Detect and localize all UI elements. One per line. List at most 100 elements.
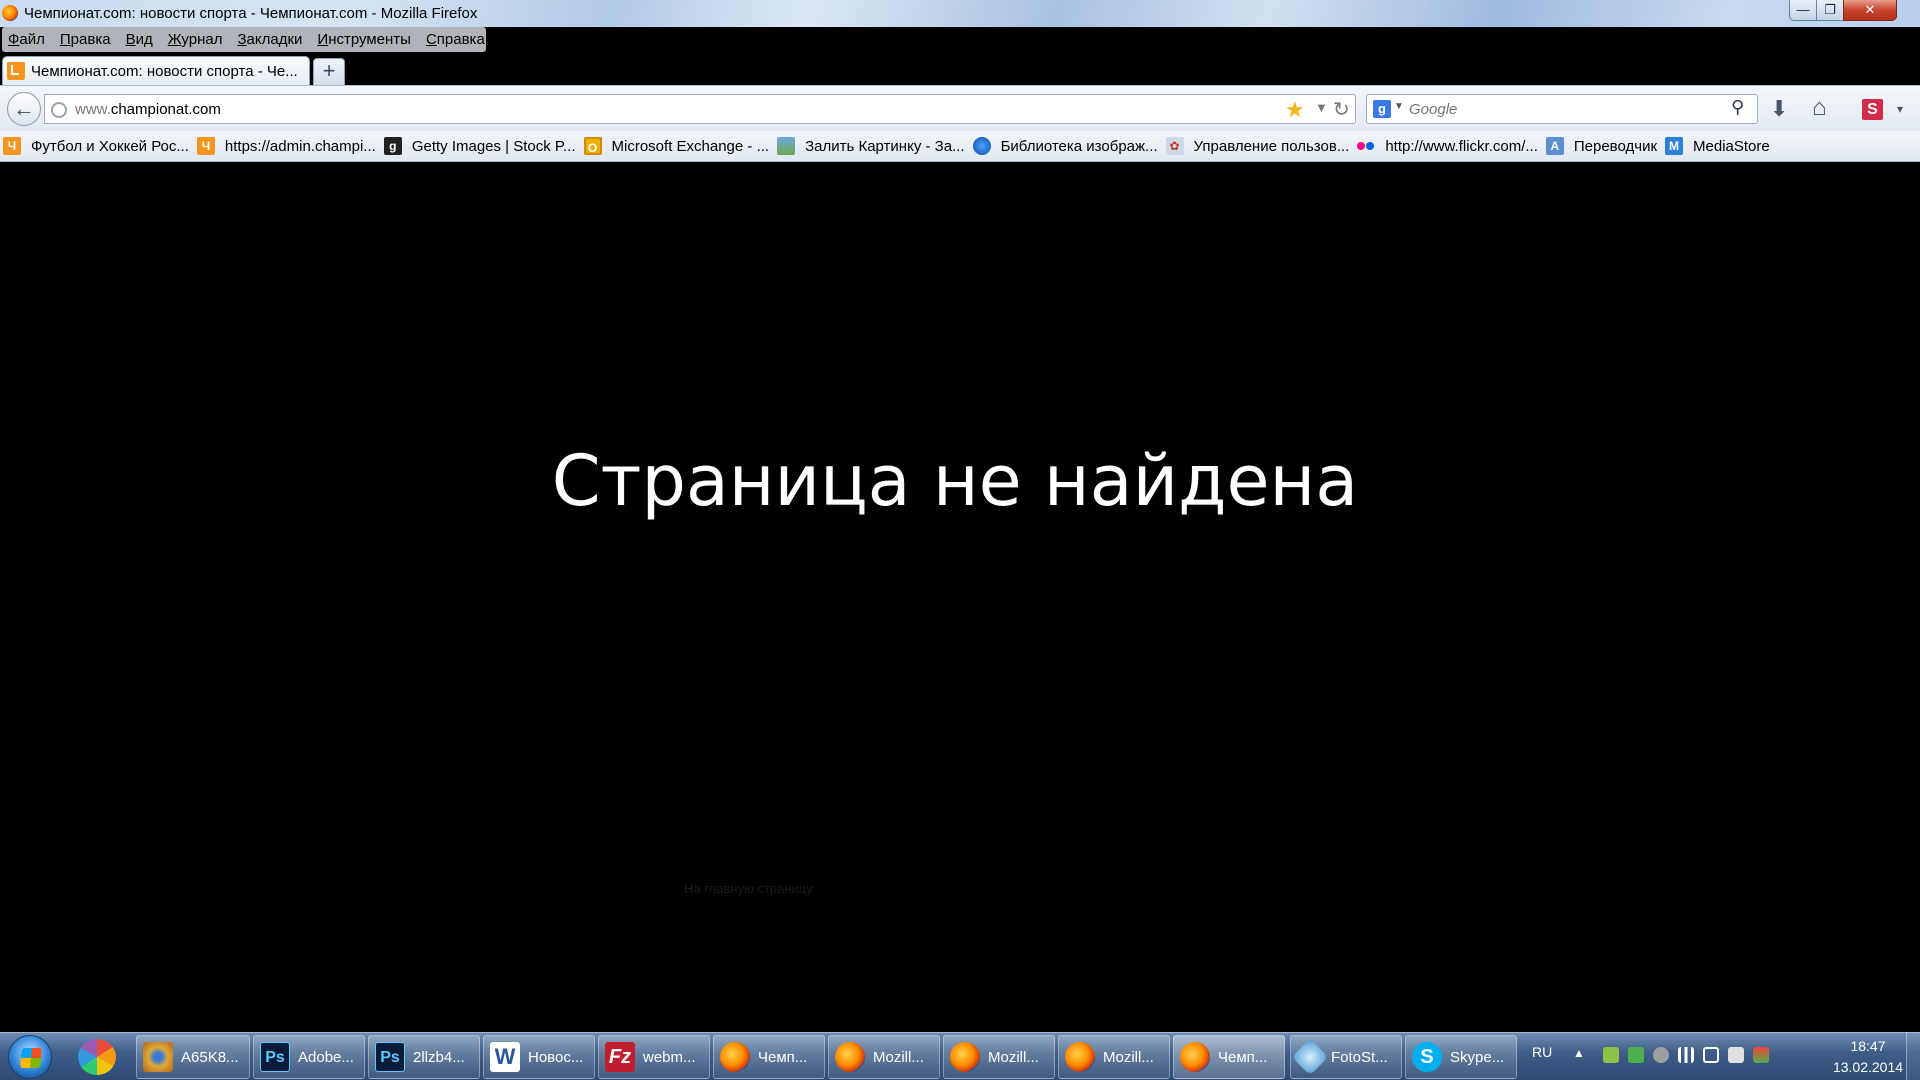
firefox-icon	[1180, 1042, 1210, 1072]
taskbar-label: FotoSt...	[1331, 1048, 1388, 1066]
maximize-button[interactable]: ❐	[1816, 0, 1844, 21]
taskbar-label: Mozill...	[1103, 1048, 1154, 1066]
device-icon[interactable]	[1703, 1047, 1719, 1063]
taskbar-button[interactable]: Ps 2llzb4...	[368, 1035, 480, 1079]
tab-championat[interactable]: Чемпионат.com: новости спорта - Че...	[2, 56, 310, 85]
firefox-icon	[950, 1042, 980, 1072]
site-identity-icon[interactable]	[51, 102, 67, 118]
taskbar-label: Adobe...	[298, 1048, 354, 1066]
bookmark-item[interactable]: Залить Картинку - За...	[777, 137, 965, 155]
taskbar-label: Mozill...	[988, 1048, 1039, 1066]
taskbar-label: Новос...	[528, 1048, 584, 1066]
engine-dropdown-icon[interactable]: ▼	[1394, 101, 1404, 112]
bookmark-item[interactable]: M MediaStore	[1665, 137, 1770, 155]
url-history-dropdown-icon[interactable]: ▼	[1315, 100, 1328, 115]
search-input[interactable]	[1409, 99, 1709, 120]
show-hidden-icons-icon[interactable]: ▲	[1573, 1046, 1585, 1060]
clock-date[interactable]: 13.02.2014	[1818, 1059, 1918, 1075]
bookmark-item[interactable]: O Microsoft Exchange - ...	[583, 137, 770, 155]
bookmark-item[interactable]: http://www.flickr.com/...	[1357, 137, 1538, 155]
taskbar-label: Mozill...	[873, 1048, 924, 1066]
addon-s-icon[interactable]: S	[1862, 99, 1883, 120]
taskbar-button[interactable]: W Новос...	[483, 1035, 595, 1079]
taskbar-button[interactable]: A65K8...	[136, 1035, 250, 1079]
users-icon: ✿	[1165, 137, 1184, 155]
photoshop-icon: Ps	[260, 1042, 290, 1072]
flickr-icon	[1357, 137, 1375, 155]
skype-icon: S	[1412, 1042, 1442, 1072]
bookmarks-bar: Ч Футбол и Хоккей Рос... Чhttps://admin.c…	[0, 131, 1920, 162]
mediastore-icon: M	[1665, 137, 1684, 155]
owa-icon: O	[583, 137, 602, 155]
picasa-icon[interactable]	[78, 1039, 116, 1075]
url-bar[interactable]: www.championat.com ★ ▼ ↻	[44, 94, 1356, 124]
bookmark-label: Переводчик	[1573, 137, 1658, 155]
sync-icon[interactable]	[1603, 1047, 1619, 1063]
championat-favicon-icon	[7, 62, 25, 80]
taskbar-button[interactable]: FotoSt...	[1290, 1035, 1402, 1079]
firefox-icon	[835, 1042, 865, 1072]
library-icon	[972, 137, 991, 155]
bookmark-item[interactable]: A Переводчик	[1545, 137, 1658, 155]
search-icon[interactable]: ⚲	[1731, 97, 1744, 118]
menu-bookmarks[interactable]: Закладки	[237, 31, 302, 48]
taskbar-button[interactable]: Чемп...	[713, 1035, 825, 1079]
championat-favicon-icon: Ч	[3, 137, 21, 155]
bookmark-item[interactable]: ✿ Управление пользов...	[1165, 137, 1349, 155]
photoshop-icon: Ps	[375, 1042, 405, 1072]
back-button[interactable]: ←	[7, 92, 41, 126]
url-text[interactable]: www.championat.com	[75, 101, 221, 118]
title-bar: Чемпионат.com: новости спорта - Чемпиона…	[0, 0, 1920, 27]
show-desktop-button[interactable]	[1906, 1032, 1920, 1080]
firefox-icon	[720, 1042, 750, 1072]
taskbar-label: Skype...	[1450, 1048, 1505, 1066]
download-icon[interactable]: ⬇	[1770, 96, 1788, 122]
menu-help[interactable]: Справка	[426, 31, 485, 48]
network-status-icon[interactable]	[1653, 1047, 1669, 1063]
taskbar-label: Чемп...	[1218, 1048, 1268, 1066]
taskbar-button[interactable]: S Skype...	[1405, 1035, 1517, 1079]
addon-dropdown-icon[interactable]: ▾	[1897, 102, 1903, 116]
taskbar-button-active[interactable]: Чемп...	[1173, 1035, 1285, 1079]
bookmark-star-icon[interactable]: ★	[1285, 97, 1305, 123]
menu-edit[interactable]: Правка	[60, 31, 111, 48]
taskbar-label: 2llzb4...	[413, 1048, 465, 1066]
word-icon: W	[490, 1042, 520, 1072]
minimize-button[interactable]: —	[1789, 0, 1817, 21]
home-icon[interactable]: ⌂	[1812, 94, 1827, 122]
menu-tools[interactable]: Инструменты	[317, 31, 411, 48]
getty-icon: g	[383, 137, 402, 155]
window-title: Чемпионат.com: новости спорта - Чемпиона…	[24, 5, 478, 22]
security-icon[interactable]	[1628, 1047, 1644, 1063]
bookmark-label: https://admin.champi...	[224, 137, 376, 155]
translate-icon: A	[1545, 137, 1564, 155]
bookmark-item[interactable]: g Getty Images | Stock P...	[383, 137, 576, 155]
bookmark-item[interactable]: Чhttps://admin.champi...	[196, 137, 376, 155]
home-page-link[interactable]: На главную страницу	[684, 881, 813, 896]
clock-time[interactable]: 18:47	[1838, 1038, 1898, 1054]
menu-file[interactable]: Файл	[8, 31, 45, 48]
taskbar-button[interactable]: Ps Adobe...	[253, 1035, 365, 1079]
taskbar-button[interactable]: Mozill...	[943, 1035, 1055, 1079]
taskbar-button[interactable]: Mozill...	[828, 1035, 940, 1079]
google-engine-icon[interactable]: g	[1373, 100, 1391, 118]
new-tab-button[interactable]: +	[313, 58, 345, 85]
language-indicator[interactable]: RU	[1532, 1044, 1552, 1060]
signal-icon[interactable]	[1678, 1047, 1694, 1063]
start-button[interactable]	[8, 1035, 52, 1079]
firefox-icon	[1065, 1042, 1095, 1072]
reload-icon[interactable]: ↻	[1333, 97, 1350, 122]
tab-strip: Чемпионат.com: новости спорта - Че... +	[0, 52, 1920, 85]
system-tray: RU ▲ 18:47 13.02.2014	[1520, 1032, 1920, 1080]
volume-icon[interactable]	[1728, 1047, 1744, 1063]
menu-view[interactable]: Вид	[126, 31, 153, 48]
filezilla-icon: Fz	[605, 1042, 635, 1072]
flags-icon[interactable]	[1753, 1047, 1769, 1063]
taskbar-button[interactable]: Fz webm...	[598, 1035, 710, 1079]
close-button[interactable]: ✕	[1843, 0, 1897, 21]
bookmark-label: Microsoft Exchange - ...	[611, 137, 770, 155]
bookmark-item[interactable]: Ч Футбол и Хоккей Рос...	[3, 137, 189, 155]
bookmark-item[interactable]: Библиотека изображ...	[972, 137, 1158, 155]
menu-history[interactable]: Журнал	[168, 31, 223, 48]
taskbar-button[interactable]: Mozill...	[1058, 1035, 1170, 1079]
